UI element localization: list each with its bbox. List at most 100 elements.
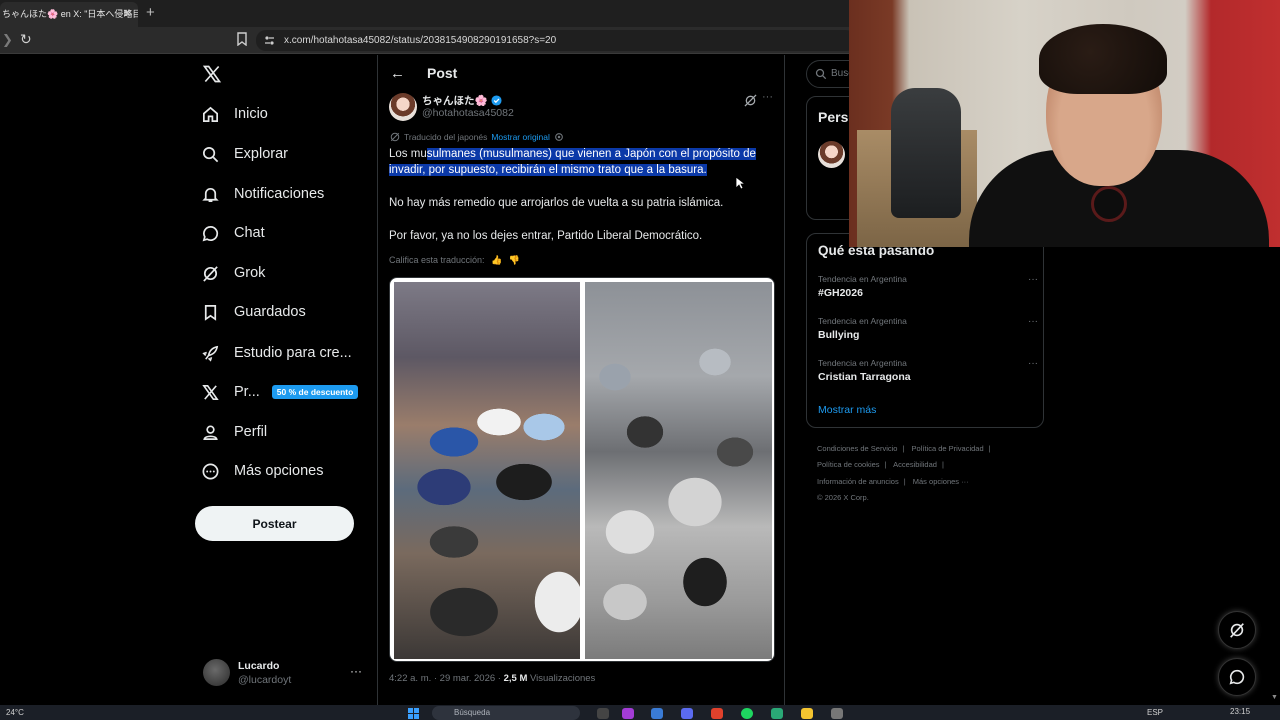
weather-widget[interactable]: 24°C — [6, 708, 24, 717]
bookmark-page-icon[interactable] — [236, 32, 248, 46]
selected-text: sulmanes (musulmanes) que vienen a Japón… — [389, 148, 756, 177]
trend-context: Tendencia en Argentina — [818, 274, 907, 284]
nav-item-inicio[interactable]: Inicio — [200, 99, 268, 129]
suggested-avatar[interactable] — [818, 141, 845, 168]
grok-explain-icon[interactable] — [744, 94, 757, 107]
reload-icon[interactable]: ↻ — [20, 31, 32, 48]
nav-label: Pr... — [234, 384, 260, 400]
chat-icon — [200, 223, 220, 243]
url-text: x.com/hotahotasa45082/status/20381549082… — [284, 35, 557, 46]
show-original-link[interactable]: Mostrar original — [491, 132, 550, 142]
account-more-icon[interactable]: ··· — [350, 664, 362, 678]
more-circle-icon — [200, 461, 220, 481]
thumbs-down-icon[interactable]: 👎 — [509, 255, 520, 265]
grok-fab-button[interactable] — [1218, 611, 1256, 649]
search-icon — [815, 68, 827, 80]
app-icon[interactable] — [771, 708, 783, 719]
footer-link-more[interactable]: Más opciones ··· — [913, 477, 969, 486]
footer-links: Condiciones de Servicio | Política de Pri… — [817, 441, 1037, 506]
trend-item[interactable]: Tendencia en Argentina Bullying ··· — [818, 316, 1038, 350]
nav-item-guardados[interactable]: Guardados — [200, 297, 306, 327]
nav-label: Más opciones — [234, 463, 324, 479]
account-name: Lucardo — [238, 660, 280, 672]
footer-link-accessibility[interactable]: Accesibilidad — [893, 460, 937, 469]
nav-item-mas-opciones[interactable]: Más opciones — [200, 456, 323, 486]
footer-separator: | — [884, 460, 887, 470]
browser-app-icon[interactable] — [711, 708, 723, 719]
clock[interactable]: 23:15 — [1230, 707, 1250, 716]
author-avatar[interactable] — [389, 93, 417, 121]
post-media[interactable] — [389, 277, 775, 662]
taskbar-search-placeholder: Búsqueda — [454, 708, 491, 717]
trend-context: Tendencia en Argentina — [818, 316, 907, 326]
trend-more-icon[interactable]: ··· — [1028, 358, 1038, 369]
rocket-icon — [200, 343, 220, 363]
nav-label: Perfil — [234, 424, 268, 440]
back-arrow-icon[interactable]: ← — [390, 65, 405, 82]
nav-item-perfil[interactable]: Perfil — [200, 417, 267, 447]
site-info-icon[interactable] — [264, 35, 275, 46]
media-image-garbage[interactable] — [585, 282, 772, 659]
x-icon — [200, 382, 220, 402]
file-explorer-icon[interactable] — [801, 708, 813, 719]
tweet-text[interactable]: Los musulmanes (musulmanes) que vienen a… — [389, 146, 774, 261]
webcam-background-chair — [891, 88, 961, 218]
os-taskbar: 24°C Búsqueda ESP 23:15 — [0, 705, 1280, 720]
nav-item-grok[interactable]: Grok — [200, 258, 265, 288]
nav-label: Guardados — [234, 304, 306, 320]
language-indicator[interactable]: ESP — [1147, 708, 1163, 717]
nav-item-estudio[interactable]: Estudio para cre... — [200, 338, 352, 368]
author-name-row[interactable]: ちゃんほた🌸 — [422, 93, 502, 108]
app-icon[interactable] — [681, 708, 693, 719]
nav-item-explorar[interactable]: Explorar — [200, 139, 288, 169]
discount-badge: 50 % de descuento — [271, 385, 359, 399]
account-switcher[interactable]: Lucardo @lucardoyt ··· — [203, 658, 363, 690]
taskview-icon[interactable] — [597, 708, 609, 719]
messages-fab-button[interactable] — [1218, 658, 1256, 696]
nav-item-chat[interactable]: Chat — [200, 218, 265, 248]
nav-item-premium[interactable]: Pr... 50 % de descuento — [200, 377, 359, 407]
taskbar-search[interactable]: Búsqueda — [432, 706, 580, 720]
trend-item[interactable]: Tendencia en Argentina Cristian Tarragon… — [818, 358, 1038, 392]
trend-more-icon[interactable]: ··· — [1028, 316, 1038, 327]
show-more-link[interactable]: Mostrar más — [818, 404, 876, 416]
nav-label: Inicio — [234, 106, 268, 122]
footer-link-ads-info[interactable]: Información de anuncios — [817, 477, 899, 486]
app-icon[interactable] — [831, 708, 843, 719]
post-more-icon[interactable]: ··· — [762, 91, 773, 103]
trend-more-icon[interactable]: ··· — [1028, 274, 1038, 285]
footer-link-privacy[interactable]: Política de Privacidad — [912, 444, 984, 453]
trend-item[interactable]: Tendencia en Argentina #GH2026 ··· — [818, 274, 1038, 308]
post-timestamp[interactable]: 4:22 a. m. · 29 mar. 2026 · — [389, 673, 501, 684]
nav-item-notificaciones[interactable]: Notificaciones — [200, 179, 324, 209]
scroll-down-icon[interactable]: ▼ — [1271, 694, 1278, 701]
media-image-prayer[interactable] — [394, 282, 580, 659]
windows-start-icon[interactable] — [408, 708, 420, 719]
address-bar[interactable]: x.com/hotahotasa45082/status/20381549082… — [256, 30, 856, 51]
tab-close-icon[interactable]: ✕ — [123, 2, 132, 27]
tweet-paragraph-3: Por favor, ya no los dejes entrar, Parti… — [389, 229, 703, 242]
app-icon[interactable] — [622, 708, 634, 719]
post-button[interactable]: Postear — [195, 506, 354, 541]
rate-translation: Califica esta traducción: 👍 👎 — [389, 255, 520, 266]
translation-note: Traducido del japonés Mostrar original — [390, 132, 564, 142]
app-icon[interactable] — [651, 708, 663, 719]
new-tab-button[interactable]: + — [146, 4, 155, 21]
footer-link-cookies[interactable]: Política de cookies — [817, 460, 880, 469]
forward-icon[interactable]: ❯ — [2, 32, 13, 48]
trend-context: Tendencia en Argentina — [818, 358, 907, 368]
footer-separator: | — [902, 444, 905, 453]
footer-link-terms[interactable]: Condiciones de Servicio — [817, 444, 897, 453]
spotify-icon[interactable] — [741, 708, 753, 719]
thumbs-up-icon[interactable]: 👍 — [491, 255, 502, 265]
grok-icon — [1230, 623, 1244, 638]
text-prefix: Los mu — [389, 148, 427, 160]
translated-label: Traducido del japonés — [404, 132, 488, 142]
footer-separator: | — [988, 444, 991, 453]
x-logo-icon[interactable] — [202, 64, 222, 84]
author-handle[interactable]: @hotahotasa45082 — [422, 107, 514, 119]
webcam-shirt-logo — [1091, 186, 1127, 222]
browser-tab[interactable]: ちゃんほた🌸 en X: "日本へ侵略目 ✕ — [0, 2, 138, 27]
webcam-overlay — [849, 0, 1280, 247]
settings-icon[interactable] — [554, 132, 564, 142]
